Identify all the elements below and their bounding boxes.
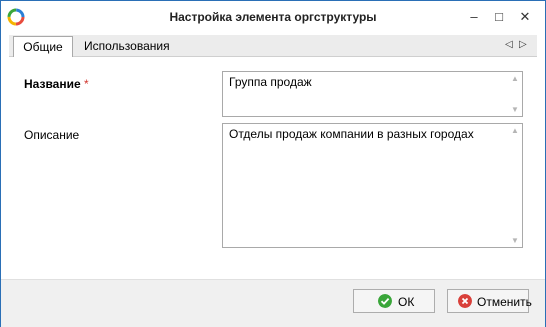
scroll-down-icon[interactable]: ▼ <box>511 236 519 245</box>
ok-button[interactable]: ОК <box>353 289 435 313</box>
tab-scroll-right-icon[interactable]: ▷ <box>519 39 527 50</box>
description-label: Описание <box>24 128 80 142</box>
name-label-text: Название <box>24 77 81 91</box>
required-marker: * <box>84 77 89 91</box>
scroll-up-icon[interactable]: ▲ <box>511 74 519 83</box>
name-label: Название * <box>24 77 89 91</box>
dialog-footer: ОК Отменить <box>1 279 545 327</box>
close-button[interactable]: ✕ <box>517 9 533 25</box>
tab-general[interactable]: Общие <box>13 36 73 58</box>
minimize-button[interactable]: – <box>466 9 482 25</box>
name-field-scrollbar[interactable]: ▲ ▼ <box>508 72 522 116</box>
tab-scroll-left-icon[interactable]: ◁ <box>505 39 513 50</box>
tab-content: Название * Группа продаж ▲ ▼ Описание От… <box>9 57 537 277</box>
description-field-value: Отделы продаж компании в разных городах <box>229 127 474 141</box>
tab-usages[interactable]: Использования <box>84 36 170 56</box>
name-field-value: Группа продаж <box>229 75 312 89</box>
description-field-scrollbar[interactable]: ▲ ▼ <box>508 124 522 247</box>
checkmark-icon <box>378 294 392 308</box>
tab-bar: Общие Использования ◁ ▷ <box>9 35 537 58</box>
cancel-button[interactable]: Отменить <box>447 289 532 313</box>
window-title: Настройка элемента оргструктуры <box>169 10 377 24</box>
description-field[interactable]: Отделы продаж компании в разных городах … <box>222 123 523 248</box>
name-field[interactable]: Группа продаж ▲ ▼ <box>222 71 523 117</box>
cancel-button-label: Отменить <box>477 295 532 309</box>
dialog-window: Настройка элемента оргструктуры – □ ✕ Об… <box>0 0 546 327</box>
title-bar[interactable]: Настройка элемента оргструктуры – □ ✕ <box>1 1 545 33</box>
scroll-down-icon[interactable]: ▼ <box>511 105 519 114</box>
maximize-button[interactable]: □ <box>491 9 507 25</box>
cancel-icon <box>458 294 472 308</box>
scroll-up-icon[interactable]: ▲ <box>511 126 519 135</box>
ok-button-label: ОК <box>398 295 415 309</box>
